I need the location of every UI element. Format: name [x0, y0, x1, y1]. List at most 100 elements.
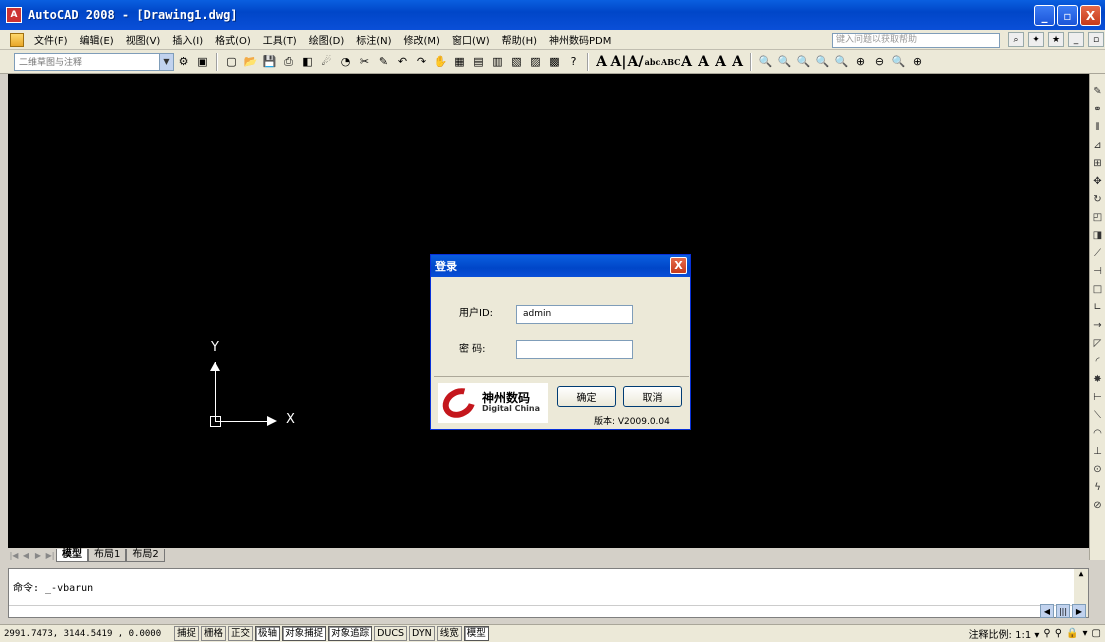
break-icon[interactable]: ∟: [1092, 300, 1104, 314]
communication-center-icon[interactable]: ✦: [1028, 32, 1044, 47]
workspace-save-icon[interactable]: ▣: [194, 53, 211, 70]
minimize-button[interactable]: _: [1034, 5, 1055, 26]
justify-text-icon[interactable]: A: [712, 54, 729, 70]
move-icon[interactable]: ✥: [1092, 174, 1104, 188]
auto-scale-icon[interactable]: ⚲: [1055, 628, 1062, 639]
zoom-in-icon[interactable]: ⊕: [852, 53, 869, 70]
tab-next-icon[interactable]: ▶: [32, 551, 44, 560]
publish-icon[interactable]: ☄: [318, 53, 335, 70]
menu-window[interactable]: 窗口(W): [446, 32, 496, 47]
scroll-up-icon[interactable]: ▲: [1079, 569, 1084, 578]
clean-screen-icon[interactable]: ▢: [1092, 628, 1101, 639]
find-text-icon[interactable]: abc: [644, 57, 661, 67]
zoom-realtime-icon[interactable]: 🔍: [757, 53, 774, 70]
zoom-scale-icon[interactable]: 🔍: [814, 53, 831, 70]
match-properties-icon[interactable]: ✎: [375, 53, 392, 70]
sheet-set-icon[interactable]: ▧: [508, 53, 525, 70]
toggle-otrack[interactable]: 对象追踪: [328, 626, 373, 641]
offset-icon[interactable]: ⊿: [1092, 138, 1104, 152]
join-icon[interactable]: →: [1092, 318, 1104, 332]
dim-aligned-icon[interactable]: ⟍: [1092, 408, 1104, 422]
annotation-scale[interactable]: 注释比例: 1:1 ▾: [969, 626, 1040, 641]
dim-linear-icon[interactable]: ⊢: [1092, 390, 1104, 404]
copy-icon[interactable]: ⚭: [1092, 102, 1104, 116]
zoom-dynamic-icon[interactable]: 🔍: [795, 53, 812, 70]
mirror-icon[interactable]: ⫴: [1092, 120, 1104, 134]
menu-modify[interactable]: 修改(M): [398, 32, 446, 47]
chevron-down-icon[interactable]: ▾: [1083, 628, 1088, 639]
break-at-point-icon[interactable]: □: [1092, 282, 1104, 296]
redo-icon[interactable]: ↷: [413, 53, 430, 70]
menu-view[interactable]: 视图(V): [120, 32, 167, 47]
horizontal-scrollbar[interactable]: ◀ ||| ▶: [1040, 604, 1086, 618]
tab-prev-icon[interactable]: ◀: [20, 551, 32, 560]
zoom-extents-icon[interactable]: ⊕: [909, 53, 926, 70]
dim-jogged-icon[interactable]: ϟ: [1092, 480, 1104, 494]
scale-icon[interactable]: ◰: [1092, 210, 1104, 224]
dialog-close-button[interactable]: X: [670, 257, 687, 274]
text-style-icon[interactable]: A: [678, 54, 695, 70]
scale-text-icon[interactable]: A: [695, 54, 712, 70]
command-input[interactable]: [9, 605, 1088, 618]
toggle-grid[interactable]: 栅格: [201, 626, 227, 641]
stretch-icon[interactable]: ◨: [1092, 228, 1104, 242]
markup-icon[interactable]: ▨: [527, 53, 544, 70]
toggle-osnap[interactable]: 对象捕捉: [282, 626, 327, 641]
tab-layout1[interactable]: 布局1: [88, 548, 127, 562]
design-center-icon[interactable]: ▤: [470, 53, 487, 70]
menu-tools[interactable]: 工具(T): [257, 32, 303, 47]
toggle-dyn[interactable]: DYN: [409, 626, 435, 641]
chamfer-icon[interactable]: ◸: [1092, 336, 1104, 350]
workspace-settings-icon[interactable]: ⚙: [175, 53, 192, 70]
spelling-icon[interactable]: ABC: [661, 57, 680, 67]
tab-model[interactable]: 模型: [56, 548, 88, 562]
cancel-button[interactable]: 取消: [623, 386, 682, 407]
extend-icon[interactable]: ⊣: [1092, 264, 1104, 278]
menu-format[interactable]: 格式(O): [209, 32, 257, 47]
lock-icon[interactable]: 🔒: [1066, 628, 1078, 639]
calculator-icon[interactable]: ▩: [546, 53, 563, 70]
open-file-icon[interactable]: 📂: [242, 53, 259, 70]
zoom-window-icon[interactable]: 🔍: [776, 53, 793, 70]
trim-icon[interactable]: ⟋: [1092, 246, 1104, 260]
save-icon[interactable]: 💾: [261, 53, 278, 70]
zoom-out-icon[interactable]: ⊖: [871, 53, 888, 70]
close-button[interactable]: X: [1080, 5, 1101, 26]
doc-restore-icon[interactable]: ▫: [1088, 32, 1104, 47]
user-id-input[interactable]: admin: [516, 305, 633, 324]
convert-distance-icon[interactable]: A: [729, 54, 746, 70]
menu-help[interactable]: 帮助(H): [496, 32, 543, 47]
zoom-all-icon[interactable]: 🔍: [890, 53, 907, 70]
fillet-icon[interactable]: ◜: [1092, 354, 1104, 368]
help-search-input[interactable]: 键入问题以获取帮助: [832, 33, 1000, 48]
zoom-center-icon[interactable]: 🔍: [833, 53, 850, 70]
dim-ordinate-icon[interactable]: ⊥: [1092, 444, 1104, 458]
dim-diameter-icon[interactable]: ⊘: [1092, 498, 1104, 512]
toggle-model[interactable]: 模型: [463, 626, 489, 641]
dim-radius-icon[interactable]: ⊙: [1092, 462, 1104, 476]
scroll-left-icon[interactable]: ◀: [1040, 604, 1054, 618]
favorites-star-icon[interactable]: ★: [1048, 32, 1064, 47]
dim-arc-icon[interactable]: ◠: [1092, 426, 1104, 440]
text-edit-icon[interactable]: A/: [627, 54, 644, 70]
toggle-ortho[interactable]: 正交: [228, 626, 254, 641]
help-icon[interactable]: ?: [565, 53, 582, 70]
restore-button[interactable]: ▫: [1057, 5, 1078, 26]
pan-icon[interactable]: ✋: [432, 53, 449, 70]
text-single-line-icon[interactable]: A|: [610, 54, 627, 70]
print-icon[interactable]: ⎙: [280, 53, 297, 70]
toggle-lineweight[interactable]: 线宽: [436, 626, 462, 641]
toggle-polar[interactable]: 极轴: [255, 626, 281, 641]
doc-minimize-icon[interactable]: _: [1068, 32, 1084, 47]
password-input[interactable]: [516, 340, 633, 359]
menu-draw[interactable]: 绘图(D): [303, 32, 351, 47]
toggle-snap[interactable]: 捕捉: [174, 626, 200, 641]
autocad-app-icon[interactable]: A: [6, 7, 22, 23]
ok-button[interactable]: 确定: [557, 386, 616, 407]
3d-dwf-icon[interactable]: ◔: [337, 53, 354, 70]
menu-edit[interactable]: 编辑(E): [74, 32, 120, 47]
scroll-right-icon[interactable]: ▶: [1072, 604, 1086, 618]
menu-insert[interactable]: 插入(I): [166, 32, 209, 47]
explode-icon[interactable]: ✸: [1092, 372, 1104, 386]
properties-icon[interactable]: ▦: [451, 53, 468, 70]
